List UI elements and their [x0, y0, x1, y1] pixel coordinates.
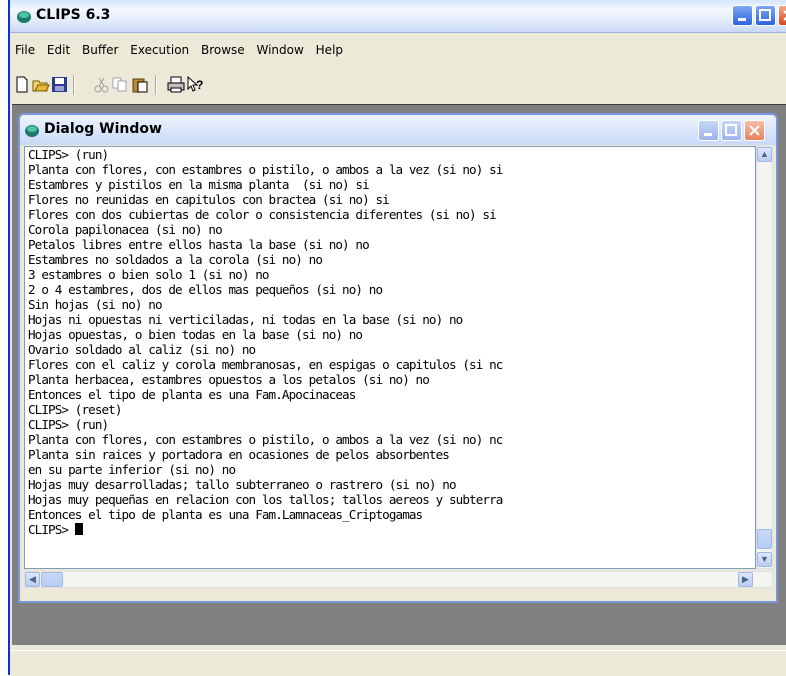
toolbar-separator — [155, 75, 157, 95]
console-line: Estambres no soldados a la corola (si no… — [28, 252, 323, 267]
dialog-title: Dialog Window — [44, 121, 162, 137]
horizontal-scrollbar[interactable]: ◀ ▶ — [24, 571, 773, 588]
menu-help[interactable]: Help — [313, 41, 346, 59]
console-line: CLIPS> (run) — [28, 147, 109, 162]
clips-app-icon — [17, 11, 31, 23]
console-line: Sin hojas (si no) no — [28, 297, 163, 312]
console-line: Entonces el tipo de planta es una Fam.Ap… — [28, 387, 356, 402]
mdi-workspace: Dialog Window CLIPS> (run) Planta con fl… — [12, 104, 786, 645]
console-line: en su parte inferior (si no) no — [28, 462, 236, 477]
scroll-right-button[interactable]: ▶ — [738, 572, 753, 587]
scroll-down-button[interactable]: ▼ — [757, 552, 772, 567]
main-title-bar[interactable]: CLIPS 6.3 — [10, 0, 786, 33]
new-file-icon[interactable] — [13, 76, 31, 93]
clips-dialog-icon — [25, 125, 39, 137]
status-bar — [10, 650, 786, 676]
console-line: CLIPS> (run) — [28, 417, 109, 432]
menu-buffer[interactable]: Buffer — [79, 41, 121, 59]
console-line: Hojas muy pequeñas en relacion con los t… — [28, 492, 503, 507]
horizontal-scroll-thumb[interactable] — [41, 572, 63, 587]
maximize-icon — [759, 9, 771, 21]
print-icon[interactable] — [167, 76, 185, 93]
minimize-icon — [704, 133, 712, 136]
console-line: Planta con flores, con estambres o pisti… — [28, 432, 503, 447]
console-line: Corola papilonacea (si no) no — [28, 222, 223, 237]
console-line: Flores no reunidas en capitulos con brac… — [28, 192, 390, 207]
scroll-left-button[interactable]: ◀ — [25, 572, 40, 587]
chevron-left-icon: ◀ — [29, 574, 36, 584]
console-prompt-line[interactable]: CLIPS> — [25, 522, 755, 537]
paste-icon[interactable] — [131, 76, 149, 93]
maximize-icon — [725, 124, 737, 136]
console-line: Planta herbacea, estambres opuestos a lo… — [28, 372, 430, 387]
text-cursor — [74, 523, 83, 535]
console-line: 3 estambres o bien solo 1 (si no) no — [28, 267, 269, 282]
menu-bar: File Edit Buffer Execution Browse Window… — [10, 41, 786, 61]
minimize-icon — [738, 18, 746, 21]
copy-icon[interactable] — [111, 76, 129, 93]
console-line: Entonces el tipo de planta es una Fam.La… — [28, 507, 423, 522]
console-line: Flores con el caliz y corola membranosas… — [28, 357, 503, 372]
console-line: Hojas opuestas, o bien todas en la base … — [28, 327, 363, 342]
minimize-button[interactable] — [732, 5, 753, 26]
scroll-up-button[interactable]: ▲ — [757, 147, 772, 162]
toolbar: ? — [10, 70, 786, 96]
vertical-scrollbar[interactable]: ▲ ▼ — [756, 146, 773, 569]
close-icon — [783, 10, 786, 21]
cut-icon[interactable] — [93, 76, 111, 93]
console-line: Hojas ni opuestas ni verticiladas, ni to… — [28, 312, 463, 327]
console-line: Petalos libres entre ellos hasta la base… — [28, 237, 370, 252]
close-button[interactable] — [778, 5, 786, 26]
console-line: Estambres y pistilos en la misma planta … — [28, 177, 370, 192]
context-help-icon[interactable]: ? — [186, 76, 204, 93]
main-window: CLIPS 6.3 File Edit Buffer Execution Bro… — [8, 0, 786, 676]
dialog-title-bar[interactable]: Dialog Window — [20, 115, 776, 145]
save-icon[interactable] — [51, 76, 69, 93]
console-line: Flores con dos cubiertas de color o cons… — [28, 207, 497, 222]
menu-window[interactable]: Window — [254, 41, 307, 59]
dialog-window: Dialog Window CLIPS> (run) Planta con fl… — [18, 113, 778, 603]
console-line: Planta con flores, con estambres o pisti… — [28, 162, 503, 177]
svg-text:?: ? — [196, 78, 203, 92]
console-line: Ovario soldado al caliz (si no) no — [28, 342, 256, 357]
dialog-maximize-button[interactable] — [721, 120, 742, 141]
console-line: Planta sin raices y portadora en ocasion… — [28, 447, 450, 462]
chevron-up-icon: ▲ — [760, 149, 769, 159]
console-line: CLIPS> (reset) — [28, 402, 122, 417]
chevron-down-icon: ▼ — [760, 554, 769, 564]
toolbar-separator — [73, 75, 75, 95]
menu-file[interactable]: File — [12, 41, 38, 59]
console-line: Hojas muy desarrolladas; tallo subterran… — [28, 477, 457, 492]
chevron-right-icon: ▶ — [742, 574, 749, 584]
menu-edit[interactable]: Edit — [44, 41, 73, 59]
close-icon — [749, 125, 760, 136]
console-line: 2 o 4 estambres, dos de ellos mas pequeñ… — [28, 282, 383, 297]
app-title: CLIPS 6.3 — [36, 7, 111, 23]
open-folder-icon[interactable] — [32, 76, 50, 93]
vertical-scroll-thumb[interactable] — [757, 529, 772, 549]
menu-browse[interactable]: Browse — [198, 41, 248, 59]
console-prompt: CLIPS> — [28, 522, 75, 537]
dialog-close-button[interactable] — [744, 120, 765, 141]
menu-execution[interactable]: Execution — [127, 41, 192, 59]
dialog-minimize-button[interactable] — [698, 120, 719, 141]
console-output[interactable]: CLIPS> (run) Planta con flores, con esta… — [24, 146, 756, 569]
maximize-button[interactable] — [755, 5, 776, 26]
